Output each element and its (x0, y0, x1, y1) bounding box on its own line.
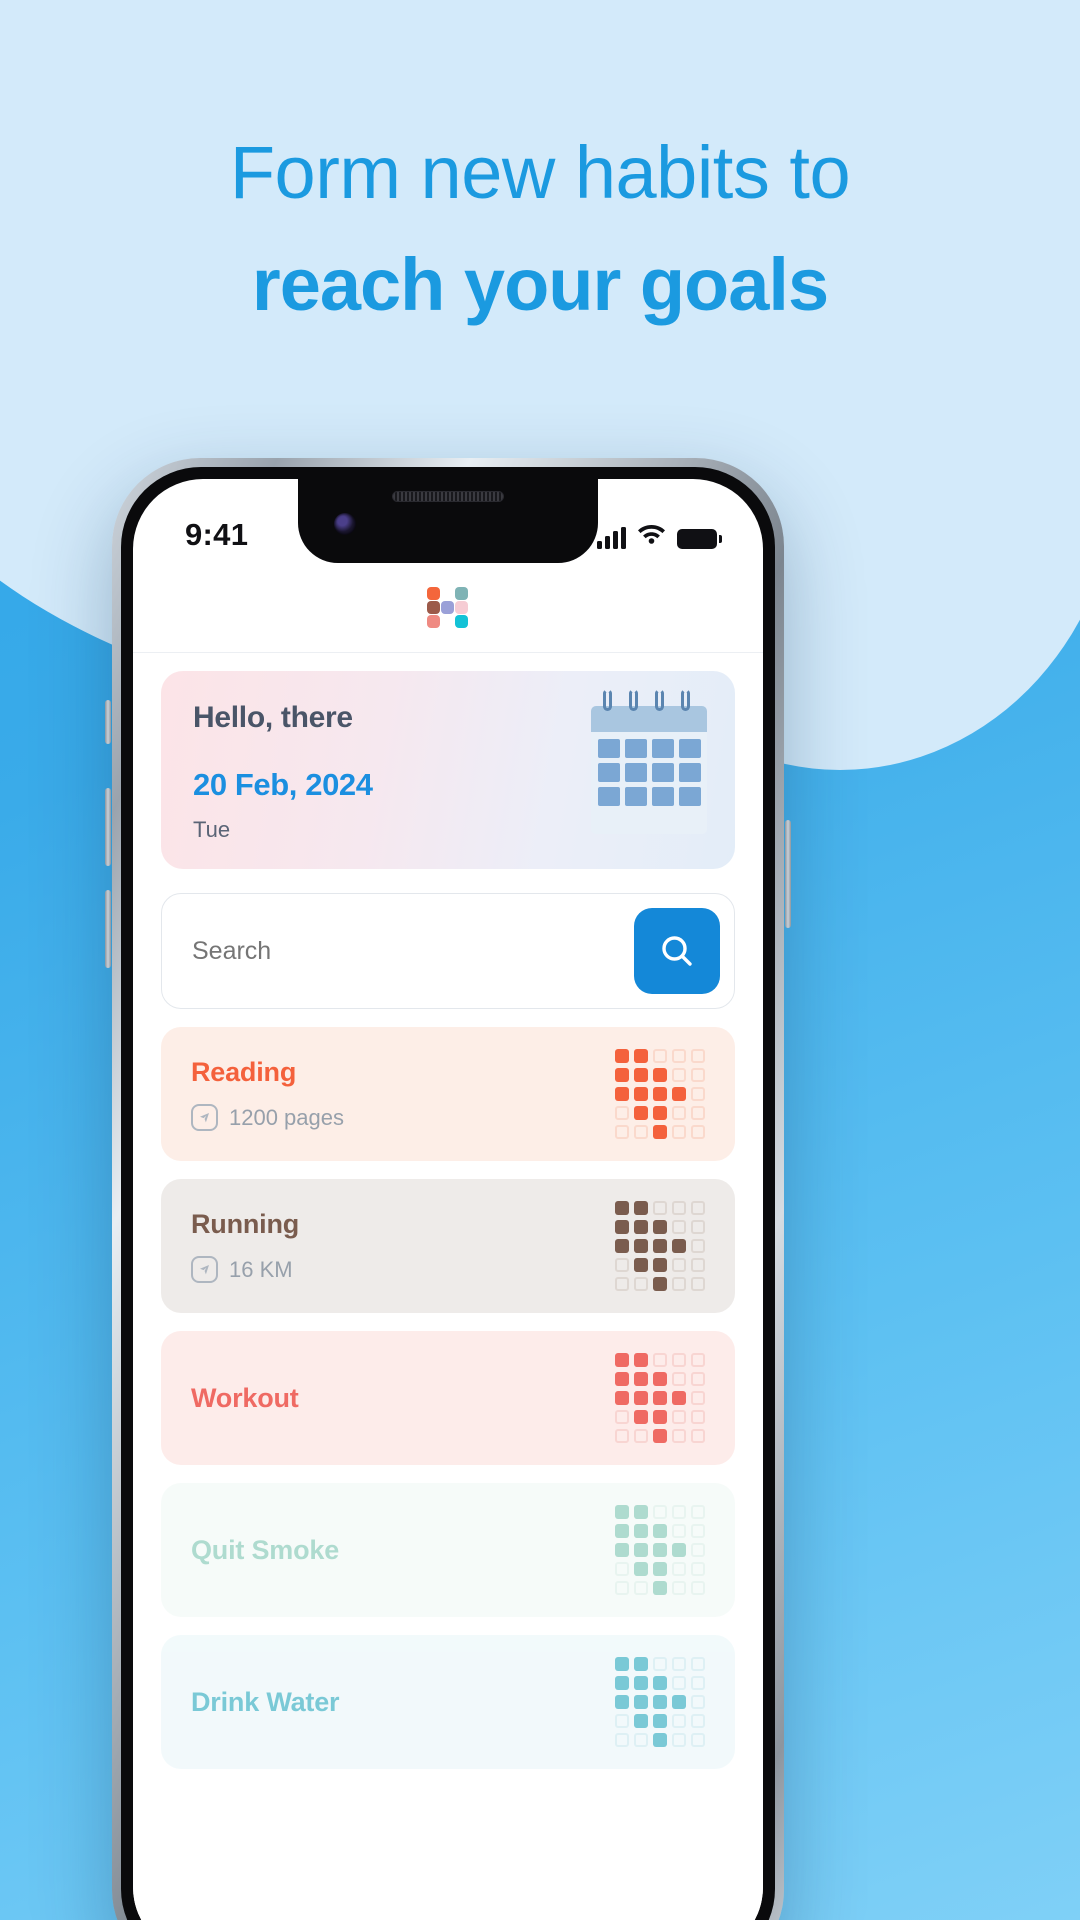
habit-row[interactable]: Running 16 KM (161, 1179, 735, 1313)
habit-title: Drink Water (191, 1686, 340, 1717)
search-button[interactable] (634, 908, 720, 994)
app-content: Hello, there 20 Feb, 2024 Tue Search Rea… (133, 653, 763, 1920)
habit-title: Workout (191, 1382, 299, 1413)
habit-texts: Workout (191, 1383, 299, 1414)
silent-switch[interactable] (105, 700, 111, 744)
habit-row[interactable]: Reading 1200 pages (161, 1027, 735, 1161)
habit-progress-grid (615, 1353, 705, 1443)
target-icon (191, 1104, 218, 1131)
headline-line-1: Form new habits to (229, 131, 851, 214)
habit-progress-grid (615, 1201, 705, 1291)
habit-progress-grid (615, 1505, 705, 1595)
habit-goal: 16 KM (191, 1256, 299, 1283)
habit-texts: Running 16 KM (191, 1209, 299, 1283)
habit-goal: 1200 pages (191, 1104, 344, 1131)
phone-bezel: 9:41 Hello, there 20 Feb, 2024 Tue Searc… (121, 467, 775, 1920)
cellular-signal-icon (597, 526, 626, 549)
battery-full-icon (677, 528, 722, 549)
habit-title: Running (191, 1209, 300, 1239)
habit-row[interactable]: Quit Smoke (161, 1483, 735, 1617)
habit-goal-text: 1200 pages (229, 1104, 344, 1130)
phone-mockup: 9:41 Hello, there 20 Feb, 2024 Tue Searc… (112, 458, 784, 1920)
greeting-card: Hello, there 20 Feb, 2024 Tue (161, 671, 735, 869)
search-input[interactable] (192, 936, 634, 966)
habit-list: Reading 1200 pages Running 16 KM Workout Quit… (161, 1027, 735, 1769)
habit-goal-text: 16 KM (229, 1256, 293, 1282)
habit-title: Quit Smoke (191, 1534, 340, 1565)
habit-texts: Drink Water (191, 1686, 340, 1718)
earpiece-speaker-icon (392, 491, 504, 502)
headline-line-2: reach your goals (251, 243, 829, 327)
calendar-illustration (585, 689, 713, 839)
target-icon (191, 1256, 218, 1283)
power-button[interactable] (785, 820, 791, 928)
habit-row[interactable]: Workout (161, 1331, 735, 1465)
status-icons (597, 522, 722, 549)
habit-texts: Reading 1200 pages (191, 1057, 344, 1131)
app-header (133, 565, 763, 653)
phone-notch (298, 479, 598, 563)
app-logo-icon (427, 586, 469, 631)
phone-screen: 9:41 Hello, there 20 Feb, 2024 Tue Searc… (133, 479, 763, 1920)
wifi-icon (637, 522, 666, 549)
front-camera-icon (334, 513, 356, 535)
status-time: 9:41 (185, 517, 249, 552)
search-bar[interactable] (161, 893, 735, 1009)
habit-progress-grid (615, 1657, 705, 1747)
habit-title: Reading (191, 1057, 297, 1087)
habit-row[interactable]: Drink Water (161, 1635, 735, 1769)
volume-down-button[interactable] (105, 890, 111, 968)
promo-headline: Form new habits to reach your goals (0, 128, 1080, 331)
volume-up-button[interactable] (105, 788, 111, 866)
habit-progress-grid (615, 1049, 705, 1139)
habit-texts: Quit Smoke (191, 1535, 339, 1566)
